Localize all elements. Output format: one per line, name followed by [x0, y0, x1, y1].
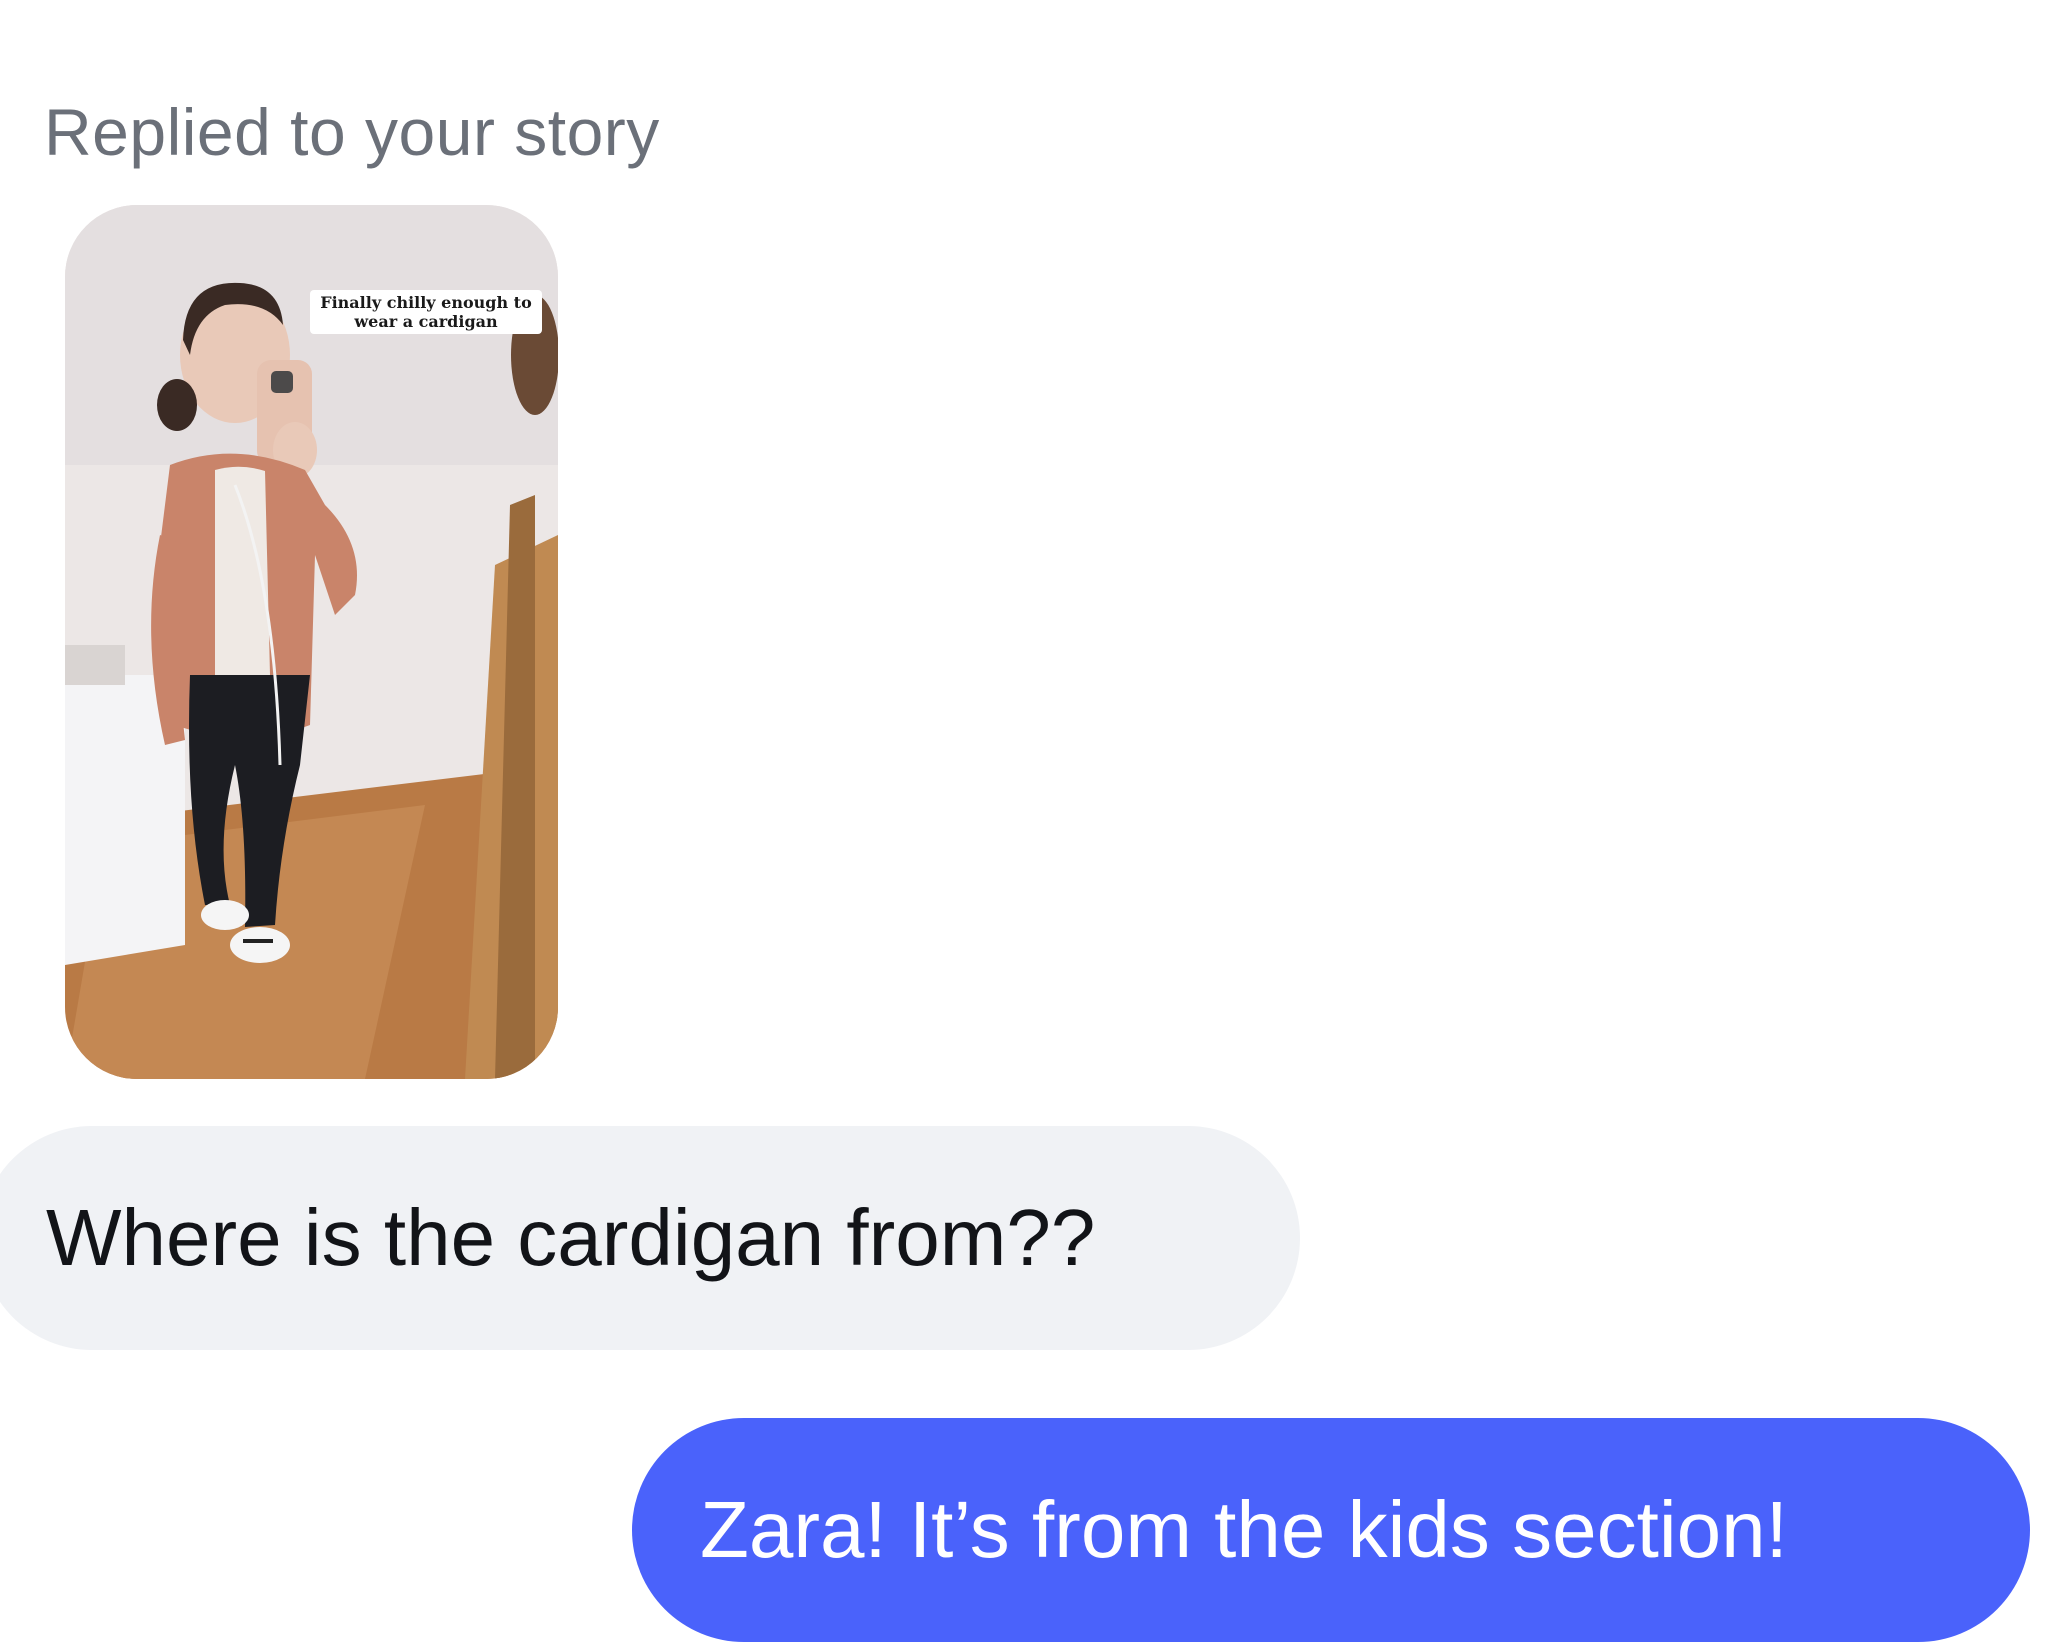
outgoing-message-text: Zara! It’s from the kids section!: [700, 1485, 1788, 1574]
outgoing-message-bubble[interactable]: Zara! It’s from the kids section!: [632, 1418, 2030, 1642]
story-caption: Finally chilly enough to wear a cardigan: [310, 290, 542, 334]
incoming-message-text: Where is the cardigan from??: [46, 1193, 1096, 1282]
story-photo-image: [65, 205, 558, 1079]
incoming-message-bubble[interactable]: Where is the cardigan from??: [0, 1126, 1300, 1350]
story-thumbnail[interactable]: Finally chilly enough to wear a cardigan: [65, 205, 558, 1079]
story-reply-header: Replied to your story: [44, 95, 660, 169]
